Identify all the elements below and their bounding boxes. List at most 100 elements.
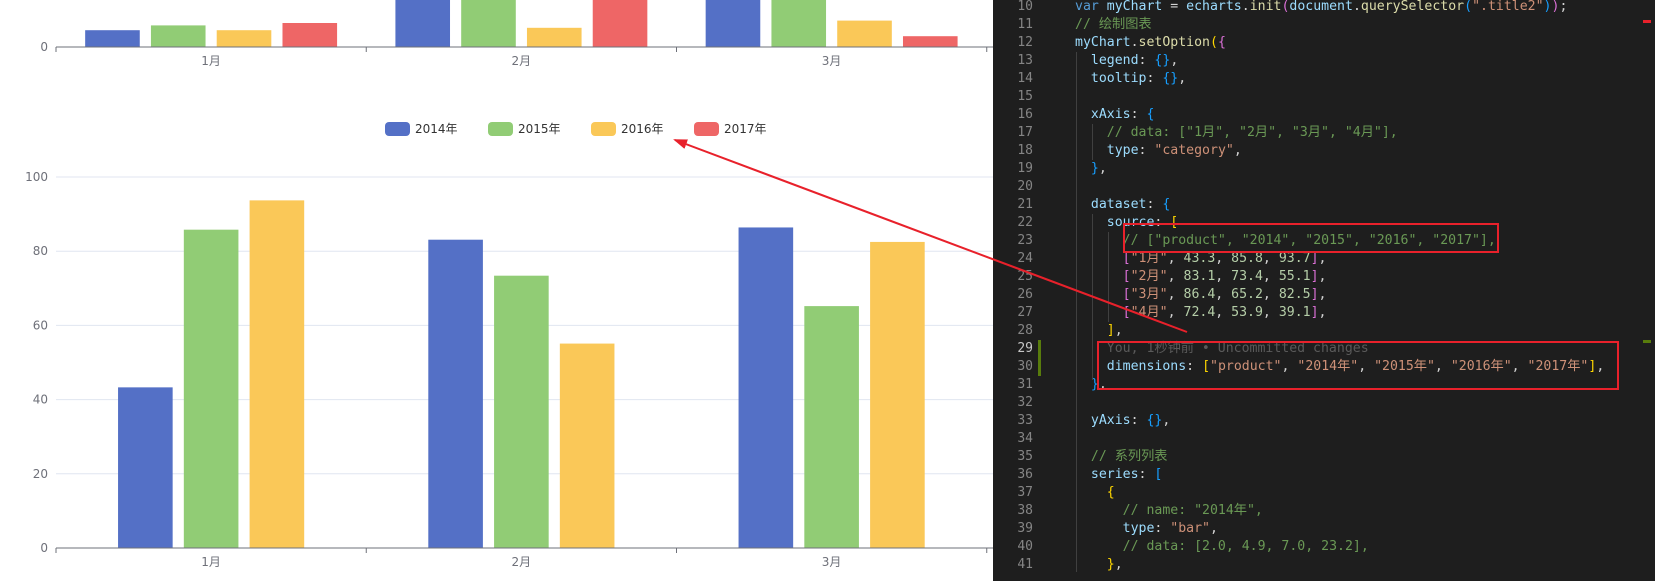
code-token: , (1098, 161, 1107, 176)
bar (592, 0, 648, 47)
code-token: } (1090, 161, 1099, 176)
y-tick-label: 60 (33, 318, 48, 332)
code-token: , (1233, 143, 1242, 158)
code-token: , (1167, 269, 1184, 284)
line-number: 20 (1017, 179, 1033, 194)
line-number: 19 (1017, 161, 1033, 176)
bar (461, 0, 516, 47)
code-editor[interactable]: 10 11 12 13 14 15 16 17 18 19 20 21 22 23 24 25 26 27 28 29… (993, 0, 1655, 581)
code-token: , (1114, 557, 1123, 572)
legend-label: 2015年 (518, 122, 561, 136)
code-token: 83.1 (1183, 269, 1216, 284)
code-token: series (1090, 467, 1139, 482)
code-line[interactable]: yAxis: {}, (1075, 412, 1170, 430)
bar (85, 30, 140, 47)
code-line[interactable]: xAxis: { (1075, 106, 1155, 124)
code-token: 86.4 (1183, 287, 1216, 302)
bar (837, 20, 892, 47)
code-token: querySelector (1360, 0, 1465, 14)
code-line[interactable]: ["3月", 86.4, 65.2, 82.5], (1075, 286, 1327, 304)
code-token: // 系列列表 (1090, 449, 1168, 464)
line-number: 29 (1017, 341, 1033, 356)
code-token: [ (1122, 269, 1131, 284)
code-token: yAxis (1090, 413, 1131, 428)
code-line[interactable]: dataset: { (1075, 196, 1170, 214)
code-line[interactable]: type: "category", (1075, 142, 1242, 160)
line-number: 13 (1017, 53, 1033, 68)
line-number: 35 (1017, 449, 1033, 464)
code-token: [ (1122, 287, 1131, 302)
code-token: , (1262, 305, 1279, 320)
code-token: , (1318, 305, 1327, 320)
code-line[interactable]: // 绘制图表 (1075, 16, 1152, 34)
code-token: init (1249, 0, 1282, 14)
code-token: "3月" (1130, 287, 1168, 302)
line-number: 23 (1017, 233, 1033, 248)
bar (559, 343, 615, 548)
x-tick-label: 3月 (822, 555, 842, 569)
code-line[interactable]: ], (1075, 322, 1123, 340)
code-token: ] (1310, 305, 1319, 320)
code-line[interactable]: myChart.setOption({ (1075, 34, 1226, 52)
code-token: "1月" (1130, 251, 1168, 266)
code-line[interactable]: ["2月", 83.1, 73.4, 55.1], (1075, 268, 1327, 286)
legend-swatch (694, 122, 719, 136)
code-token: type (1106, 143, 1139, 158)
code-line[interactable]: { (1075, 484, 1115, 502)
code-token: . (1130, 35, 1139, 50)
code-token: ] (1310, 269, 1319, 284)
line-number: 40 (1017, 539, 1033, 554)
code-line[interactable]: tooltip: {}, (1075, 70, 1186, 88)
line-number: 36 (1017, 467, 1033, 482)
code-line[interactable]: ["4月", 72.4, 53.9, 39.1], (1075, 304, 1327, 322)
line-number: 41 (1017, 557, 1033, 572)
code-token: echarts (1186, 0, 1242, 14)
code-token: , (1262, 287, 1279, 302)
code-token: ( (1210, 35, 1218, 50)
legend-label: 2014年 (415, 122, 458, 136)
code-line[interactable]: // 系列列表 (1075, 448, 1168, 466)
code-token: "2月" (1130, 269, 1168, 284)
code-token: ; (1559, 0, 1568, 14)
code-token: { (1217, 35, 1226, 50)
line-number: 17 (1017, 125, 1033, 140)
bar (428, 239, 483, 548)
line-number: 32 (1017, 395, 1033, 410)
y-tick-label: 0 (40, 40, 48, 54)
code-token: "4月" (1130, 305, 1168, 320)
code-line[interactable]: legend: {}, (1075, 52, 1178, 70)
line-number: 15 (1017, 89, 1033, 104)
code-line[interactable]: type: "bar", (1075, 520, 1218, 538)
code-token: , (1167, 251, 1184, 266)
code-line[interactable]: series: [ (1075, 466, 1162, 484)
code-token: document (1289, 0, 1353, 14)
code-token: 43.3 (1183, 251, 1216, 266)
code-line[interactable]: }, (1075, 160, 1107, 178)
bar (216, 30, 272, 47)
code-token: ] (1106, 323, 1115, 338)
code-token: , (1262, 251, 1279, 266)
y-tick-label: 0 (40, 541, 48, 555)
code-token: "bar" (1170, 521, 1210, 536)
code-token: legend (1090, 53, 1139, 68)
code-line[interactable]: }, (1075, 556, 1123, 574)
code-token: } (1106, 557, 1115, 572)
code-token: { (1106, 485, 1115, 500)
code-line[interactable]: // data: ["1月", "2月", "3月", "4月"], (1075, 124, 1398, 142)
code-token: 53.9 (1231, 305, 1263, 320)
line-number: 27 (1017, 305, 1033, 320)
code-token: : (1146, 197, 1163, 212)
code-line[interactable]: // name: "2014年", (1075, 502, 1263, 520)
line-number: 16 (1017, 107, 1033, 122)
code-token: type (1122, 521, 1155, 536)
code-line[interactable]: var myChart = echarts.init(document.quer… (1075, 0, 1567, 16)
code-line[interactable]: // data: [2.0, 4.9, 7.0, 23.2], (1075, 538, 1369, 556)
code-token: , (1215, 287, 1232, 302)
